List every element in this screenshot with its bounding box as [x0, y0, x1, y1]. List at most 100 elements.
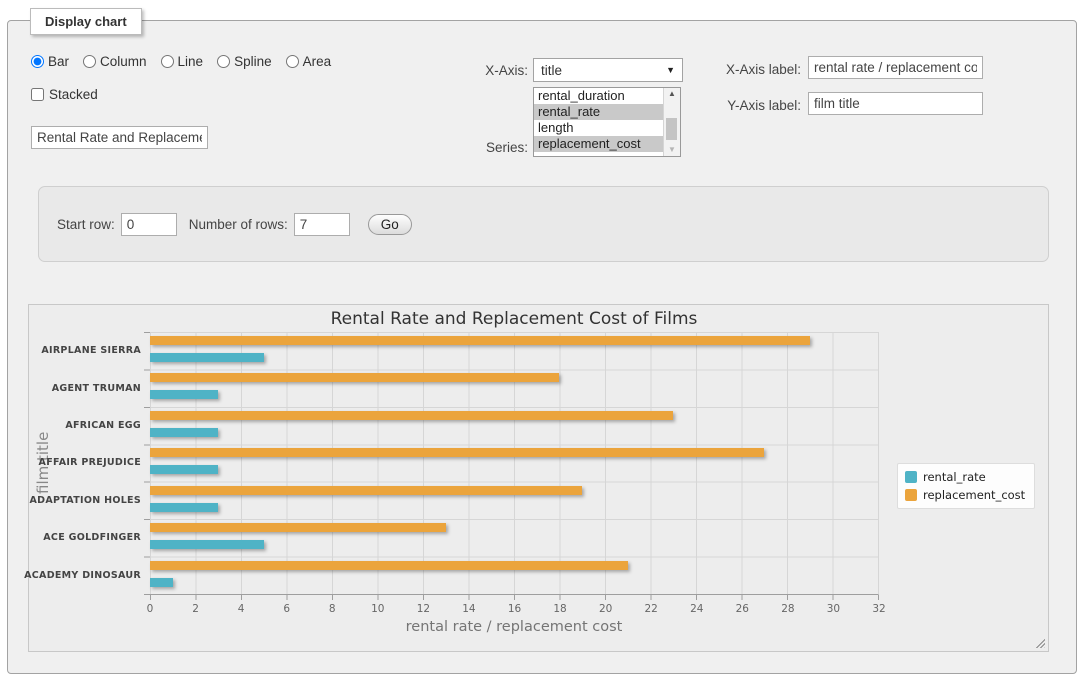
- bar-replacement_cost[interactable]: [150, 411, 673, 420]
- bar-rental_rate[interactable]: [150, 390, 218, 399]
- series-option-rental_duration[interactable]: rental_duration: [534, 88, 663, 104]
- radio-bar[interactable]: Bar: [31, 54, 69, 69]
- legend-item-replacement_cost[interactable]: replacement_cost: [905, 488, 1025, 502]
- x-tick-label: 30: [827, 603, 840, 615]
- stacked-checkbox-row[interactable]: Stacked: [31, 87, 98, 102]
- legend-swatch-icon: [905, 471, 917, 483]
- x-tick-label: 2: [192, 603, 199, 615]
- plot-area: [150, 332, 879, 595]
- stacked-label: Stacked: [49, 87, 98, 102]
- category-label: AFRICAN EGG: [59, 407, 141, 444]
- bar-group: [150, 519, 878, 556]
- radio-label: Spline: [234, 54, 272, 69]
- x-tick-label: 6: [283, 603, 290, 615]
- x-tick-label: 12: [417, 603, 430, 615]
- x-tick-label: 0: [147, 603, 154, 615]
- radio-label: Area: [303, 54, 332, 69]
- bar-replacement_cost[interactable]: [150, 523, 446, 532]
- x-tick-label: 28: [781, 603, 794, 615]
- x-tick-label: 10: [371, 603, 384, 615]
- legend-swatch-icon: [905, 489, 917, 501]
- x-tick-label: 18: [553, 603, 566, 615]
- legend-label: rental_rate: [923, 470, 986, 484]
- series-listbox[interactable]: rental_durationrental_ratelengthreplacem…: [533, 87, 681, 157]
- series-list-scrollbar[interactable]: ▲ ▼: [663, 88, 680, 156]
- scroll-up-icon[interactable]: ▲: [664, 90, 680, 98]
- radio-label: Bar: [48, 54, 69, 69]
- row-range-panel: Start row: Number of rows: Go: [38, 186, 1049, 262]
- series-option-replacement_cost[interactable]: replacement_cost: [534, 136, 663, 152]
- bar-group: [150, 444, 878, 481]
- y-axis-label-input[interactable]: [808, 92, 983, 115]
- chart-x-axis-title: rental rate / replacement cost: [150, 619, 878, 635]
- series-option-length[interactable]: length: [534, 120, 663, 136]
- fieldset-legend: Display chart: [30, 8, 142, 35]
- chart-title-input[interactable]: [31, 126, 208, 149]
- scroll-down-icon[interactable]: ▼: [664, 146, 680, 154]
- bar-group: [150, 482, 878, 519]
- bar-replacement_cost[interactable]: [150, 486, 582, 495]
- x-axis-labels: 02468101214161820222426283032: [150, 603, 879, 616]
- bar-rental_rate[interactable]: [150, 428, 218, 437]
- scrollbar-thumb[interactable]: [666, 118, 677, 140]
- x-axis-selected-value: title: [541, 63, 562, 78]
- category-label: ACADEMY DINOSAUR: [59, 557, 141, 594]
- page: Display chart Bar Column Line Spline Area St…: [0, 0, 1081, 681]
- x-axis-label-label: X-Axis label:: [708, 62, 801, 77]
- radio-spline-input[interactable]: [217, 55, 230, 68]
- x-axis-select[interactable]: title ▼: [533, 58, 683, 82]
- start-row-label: Start row:: [57, 217, 115, 232]
- num-rows-label: Number of rows:: [189, 217, 288, 232]
- y-axis-label-label: Y-Axis label:: [708, 98, 801, 113]
- x-tick-label: 4: [238, 603, 245, 615]
- num-rows-input[interactable]: [294, 213, 350, 236]
- go-button[interactable]: Go: [368, 214, 412, 235]
- category-label: ADAPTATION HOLES: [59, 482, 141, 519]
- radio-area-input[interactable]: [286, 55, 299, 68]
- radio-line[interactable]: Line: [161, 54, 204, 69]
- radio-bar-input[interactable]: [31, 55, 44, 68]
- bar-replacement_cost[interactable]: [150, 561, 628, 570]
- bar-rental_rate[interactable]: [150, 503, 218, 512]
- x-tick-label: 14: [462, 603, 475, 615]
- category-label: ACE GOLDFINGER: [59, 519, 141, 556]
- bar-group: [150, 407, 878, 444]
- x-tick-label: 22: [645, 603, 658, 615]
- radio-spline[interactable]: Spline: [217, 54, 272, 69]
- bar-rental_rate[interactable]: [150, 465, 218, 474]
- bar-group: [150, 369, 878, 406]
- bar-group: [150, 332, 878, 369]
- bar-replacement_cost[interactable]: [150, 373, 559, 382]
- start-row-input[interactable]: [121, 213, 177, 236]
- x-axis-select-label: X-Axis:: [438, 63, 528, 78]
- legend-item-rental_rate[interactable]: rental_rate: [905, 470, 1025, 484]
- series-option-rental_rate[interactable]: rental_rate: [534, 104, 663, 120]
- x-axis-ticks: [150, 595, 879, 600]
- x-tick-label: 32: [872, 603, 885, 615]
- legend-label: replacement_cost: [923, 488, 1025, 502]
- x-tick-label: 20: [599, 603, 612, 615]
- x-tick-label: 16: [508, 603, 521, 615]
- radio-column[interactable]: Column: [83, 54, 147, 69]
- chart-title: Rental Rate and Replacement Cost of Film…: [150, 309, 878, 329]
- bar-replacement_cost[interactable]: [150, 336, 810, 345]
- series-listbox-label: Series:: [438, 140, 528, 155]
- radio-area[interactable]: Area: [286, 54, 332, 69]
- y-axis-labels: AIRPLANE SIERRAAGENT TRUMANAFRICAN EGGAF…: [59, 332, 141, 594]
- radio-line-input[interactable]: [161, 55, 174, 68]
- series-listbox-options: rental_durationrental_ratelengthreplacem…: [534, 88, 663, 156]
- bar-rental_rate[interactable]: [150, 353, 264, 362]
- resize-grip-icon[interactable]: [1034, 637, 1045, 648]
- bar-rental_rate[interactable]: [150, 578, 173, 587]
- x-tick-label: 8: [329, 603, 336, 615]
- bar-replacement_cost[interactable]: [150, 448, 764, 457]
- radio-label: Column: [100, 54, 147, 69]
- chevron-down-icon: ▼: [666, 65, 675, 75]
- x-axis-label-input[interactable]: [808, 56, 983, 79]
- chart-legend: rental_rate replacement_cost: [897, 463, 1035, 509]
- stacked-checkbox[interactable]: [31, 88, 44, 101]
- bar-rental_rate[interactable]: [150, 540, 264, 549]
- radio-column-input[interactable]: [83, 55, 96, 68]
- chart-container: Rental Rate and Replacement Cost of Film…: [28, 304, 1049, 652]
- bar-group: [150, 557, 878, 594]
